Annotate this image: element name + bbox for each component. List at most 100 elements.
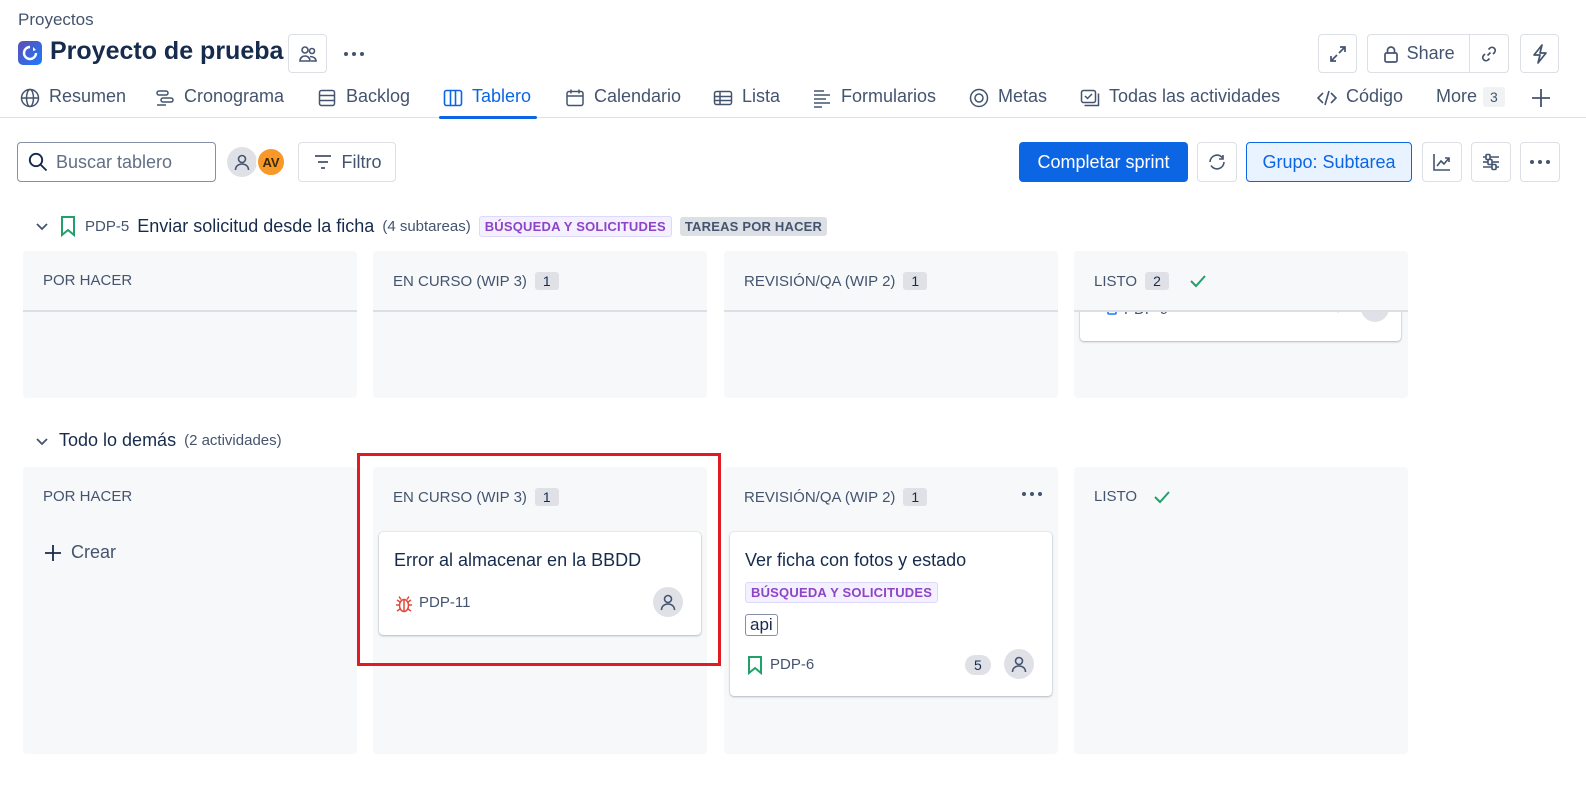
column-header: POR HACER — [43, 488, 132, 505]
column-more-button[interactable] — [1021, 491, 1043, 497]
done-check-icon — [1153, 490, 1171, 504]
tab-backlog[interactable]: Backlog — [317, 86, 410, 118]
tab-formularios[interactable]: Formularios — [812, 86, 936, 118]
globe-icon — [20, 88, 40, 108]
column-por-hacer: POR HACER Crear — [23, 467, 357, 754]
search-input[interactable] — [56, 151, 196, 173]
column-divider — [724, 310, 1058, 312]
column-header: LISTO — [1094, 488, 1171, 505]
insights-button[interactable] — [1422, 142, 1462, 182]
lane-issue-key[interactable]: PDP-5 — [85, 218, 129, 235]
column-en-curso: EN CURSO (WIP 3) 1 — [373, 251, 707, 398]
tab-resumen[interactable]: Resumen — [20, 86, 126, 118]
automation-button[interactable] — [1520, 34, 1559, 73]
card-key[interactable]: PDP-6 — [770, 656, 814, 673]
tab-tablero[interactable]: Tablero — [438, 86, 538, 119]
activities-icon — [1080, 88, 1100, 108]
tab-label: Metas — [998, 86, 1048, 106]
tab-todas-las-actividades[interactable]: Todas las actividades — [1080, 86, 1280, 118]
forms-icon — [812, 88, 832, 108]
tab-label: Código — [1346, 86, 1404, 106]
column-listo: LISTO — [1074, 467, 1408, 754]
tab-label: Lista — [742, 86, 781, 106]
create-issue-button[interactable]: Crear — [43, 542, 116, 563]
column-count-badge: 1 — [903, 488, 928, 506]
column-title: EN CURSO (WIP 3) — [393, 272, 527, 290]
board-more-button[interactable] — [1520, 142, 1560, 182]
filter-button[interactable]: Filtro — [298, 142, 396, 182]
column-title: REVISIÓN/QA (WIP 2) — [744, 272, 896, 290]
card-assignee-avatar[interactable] — [1004, 649, 1034, 679]
status-lozenge: TAREAS POR HACER — [679, 216, 828, 236]
goals-icon — [969, 88, 989, 108]
column-count-badge: 1 — [534, 272, 559, 290]
avatar-unassigned[interactable] — [227, 147, 257, 177]
people-icon — [298, 44, 318, 64]
timeline-icon — [155, 88, 175, 108]
share-button[interactable]: Share — [1368, 35, 1471, 72]
label-chip[interactable]: api — [745, 614, 778, 636]
column-listo: PDP-9 LISTO 2 — [1074, 251, 1408, 398]
tab-label: Tablero — [472, 86, 532, 106]
tab-label: Backlog — [346, 86, 411, 106]
more-dots-icon — [1529, 159, 1551, 165]
epic-lozenge: BÚSQUEDA Y SOLICITUDES — [478, 215, 672, 237]
backlog-icon — [317, 88, 337, 108]
project-more-button[interactable] — [341, 41, 367, 67]
refresh-button[interactable] — [1197, 142, 1237, 182]
swimlane-header-pdp-5[interactable]: PDP-5 Enviar solicitud desde la ficha (4… — [33, 215, 828, 237]
calendar-icon — [565, 88, 585, 108]
create-label: Crear — [71, 542, 117, 562]
tab-lista[interactable]: Lista — [713, 86, 780, 118]
tab-cronograma[interactable]: Cronograma — [155, 86, 284, 118]
tab-more[interactable]: More 3 — [1436, 86, 1505, 118]
people-button[interactable] — [288, 34, 327, 73]
tab-codigo[interactable]: Código — [1317, 86, 1403, 118]
filter-icon — [313, 153, 333, 171]
column-divider — [23, 310, 357, 312]
plus-icon — [1530, 87, 1552, 109]
fullscreen-button[interactable] — [1318, 34, 1357, 73]
column-header: REVISIÓN/QA (WIP 2) 1 — [744, 488, 928, 506]
swimlane-header-todo-lo-demas[interactable]: Todo lo demás (2 actividades) — [33, 430, 282, 451]
issue-card-pdp-6[interactable]: Ver ficha con fotos y estado BÚSQUEDA Y … — [730, 532, 1052, 696]
column-revision-qa: REVISIÓN/QA (WIP 2) 1 — [724, 251, 1058, 398]
column-header: POR HACER — [43, 272, 132, 289]
lane-count: (2 actividades) — [184, 432, 282, 449]
add-tab-button[interactable] — [1530, 87, 1552, 109]
group-by-button[interactable]: Grupo: Subtarea — [1246, 142, 1412, 182]
chevron-down-icon[interactable] — [33, 217, 51, 235]
tab-metas[interactable]: Metas — [969, 86, 1047, 118]
story-points-badge: 5 — [965, 655, 991, 675]
story-icon — [59, 215, 77, 237]
breadcrumb[interactable]: Proyectos — [18, 10, 94, 30]
lock-icon — [1383, 45, 1399, 63]
list-icon — [713, 88, 733, 108]
column-title: REVISIÓN/QA (WIP 2) — [744, 488, 896, 506]
lightning-bolt-icon — [1532, 43, 1548, 64]
share-label: Share — [1406, 43, 1455, 63]
story-icon — [747, 655, 763, 675]
tab-label: Cronograma — [184, 86, 285, 106]
refresh-icon — [1206, 152, 1228, 172]
complete-sprint-button[interactable]: Completar sprint — [1019, 142, 1188, 182]
tab-label: Todas las actividades — [1109, 86, 1281, 106]
share-group: Share — [1367, 34, 1509, 73]
search-field[interactable] — [17, 142, 216, 182]
person-icon — [1010, 655, 1028, 673]
view-settings-button[interactable] — [1471, 142, 1511, 182]
column-revision-qa: REVISIÓN/QA (WIP 2) 1 Ver ficha con foto… — [724, 467, 1058, 754]
column-header: EN CURSO (WIP 3) 1 — [393, 272, 559, 290]
chevron-down-icon[interactable] — [33, 432, 51, 450]
column-divider — [373, 310, 707, 312]
code-icon — [1317, 88, 1337, 108]
lane-title: Enviar solicitud desde la ficha — [137, 215, 375, 236]
copy-link-button[interactable] — [1470, 35, 1508, 72]
lane-title: Todo lo demás — [59, 430, 177, 450]
column-por-hacer: POR HACER — [23, 251, 357, 398]
person-icon — [233, 153, 251, 171]
tab-calendario[interactable]: Calendario — [565, 86, 681, 118]
avatar[interactable]: AV — [256, 147, 286, 177]
page-title: Proyecto de prueba — [50, 37, 284, 65]
card-title: Ver ficha con fotos y estado — [745, 550, 967, 570]
